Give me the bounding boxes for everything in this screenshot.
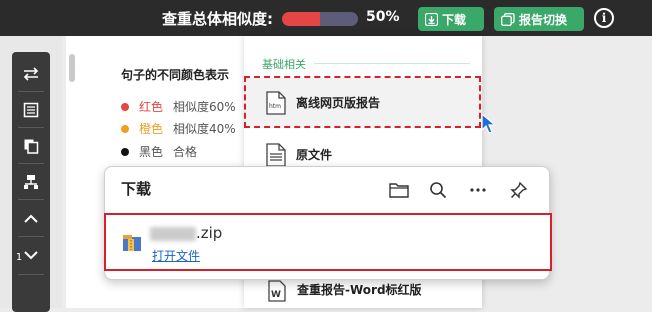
structure-icon[interactable]: [12, 169, 50, 195]
similarity-progress-fill: [282, 12, 320, 26]
menu-item-label: 原文件: [296, 148, 333, 162]
download-panel-title: 下载: [121, 180, 152, 198]
browser-download-panel: 下载 .zip 打开文件: [104, 166, 552, 280]
red-dot: [121, 102, 129, 111]
tool-divider: [18, 236, 44, 237]
similarity-label: 查重总体相似度:: [162, 10, 273, 28]
word-file-icon: W: [268, 280, 286, 302]
black-dot: [121, 147, 129, 156]
menu-item-word-report-label[interactable]: 查重报告-Word标红版: [297, 281, 422, 298]
download-button-label: 下载: [442, 12, 467, 27]
folder-icon[interactable]: [388, 179, 410, 201]
top-bar: 查重总体相似度: 50% 下载 报告切换 i: [0, 0, 652, 36]
tool-strip: [12, 52, 50, 312]
similarity-progress-bar: [282, 12, 358, 26]
tool-divider: [18, 274, 44, 275]
legend-title: 句子的不同颜色表示: [121, 68, 230, 82]
tool-divider: [18, 199, 44, 200]
legend-color-name: 橙色: [139, 122, 164, 136]
legend-row-red: 红色 相似度60%: [121, 98, 236, 115]
list-icon[interactable]: [12, 97, 50, 123]
tool-divider: [18, 163, 44, 164]
report-switch-label: 报告切换: [519, 12, 568, 27]
download-file-row[interactable]: .zip 打开文件: [104, 213, 552, 271]
file-extension: .zip: [196, 224, 223, 242]
legend-color-name: 黑色: [139, 145, 164, 159]
open-file-link[interactable]: 打开文件: [152, 247, 200, 264]
download-icon: [425, 12, 438, 26]
tool-divider: [18, 91, 44, 92]
legend-desc: 相似度60%: [173, 100, 236, 114]
report-switch-button[interactable]: 报告切换: [494, 7, 584, 31]
switch-report-icon: [501, 12, 515, 26]
mouse-cursor-icon: [481, 112, 497, 134]
blurred-file-name: [150, 227, 196, 241]
legend-desc: 相似度40%: [173, 122, 236, 136]
copy-icon[interactable]: [12, 133, 50, 159]
download-button[interactable]: 下载: [418, 7, 484, 31]
pin-icon[interactable]: [508, 179, 530, 201]
page-number: 1: [15, 252, 23, 263]
svg-text:W: W: [271, 290, 281, 300]
search-icon[interactable]: [427, 179, 449, 201]
section-divider: [314, 63, 470, 64]
orange-dot: [121, 124, 129, 133]
similarity-percent: 50%: [366, 9, 400, 25]
chevron-up-icon[interactable]: [12, 206, 50, 232]
more-options-icon[interactable]: [467, 179, 489, 201]
swap-arrows-icon[interactable]: [12, 61, 50, 87]
highlight-dashed-box: [244, 76, 481, 128]
document-icon: [266, 143, 286, 167]
scrollbar-thumb[interactable]: [69, 54, 75, 82]
info-icon[interactable]: i: [594, 8, 614, 28]
tool-divider: [18, 127, 44, 128]
section-label: 基础相关: [262, 58, 306, 71]
legend-color-name: 红色: [139, 100, 164, 114]
zip-archive-icon: [123, 235, 141, 251]
legend-row-black: 黑色 合格: [121, 143, 197, 160]
legend-desc: 合格: [173, 145, 198, 159]
legend-row-orange: 橙色 相似度40%: [121, 120, 236, 137]
